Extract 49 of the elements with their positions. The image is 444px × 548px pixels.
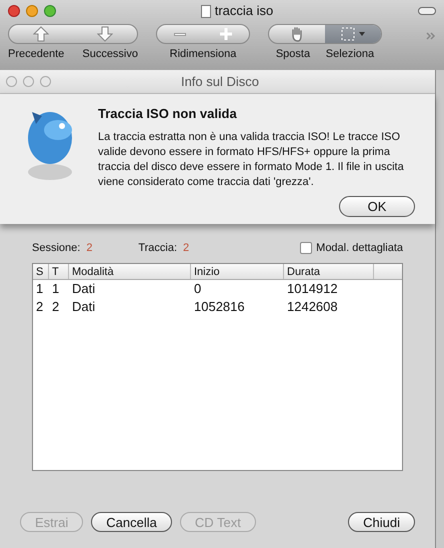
column-header[interactable]: T [49,264,69,278]
table-cell-text: 1052816 [193,298,246,316]
dropdown-caret-icon [359,32,365,36]
table-cell-text: 2 [35,298,44,316]
session-label: Sessione: [32,241,80,256]
window-control-button[interactable] [40,76,51,87]
window-title: traccia iso [214,2,274,20]
minimize-button[interactable] [26,5,38,17]
ok-button[interactable]: OK [339,196,415,216]
table-cell-text: Dati [71,298,96,316]
dialog-button[interactable]: Cancella [91,512,172,532]
detail-mode-checkbox[interactable]: Modal. dettagliata [300,240,403,256]
column-header[interactable]: Inizio [191,264,284,278]
table-cell-text: Dati [71,280,96,298]
session-value: 2 [86,241,94,256]
table-cell-text: 1242608 [286,298,339,316]
table-row[interactable]: 2 2 Dati 1052816 1242608 [33,298,402,316]
toolbar-label: Sposta [276,47,310,62]
table-cell-text: 2 [51,298,60,316]
toolbar-label: Ridimensiona [170,47,236,62]
close-button[interactable] [8,5,20,17]
selection-icon [341,27,355,41]
table-cell-text: 1 [35,280,44,298]
dialog-button[interactable]: Chiudi [348,512,415,532]
plus-icon [219,27,233,41]
toolbar-label: Successivo [82,47,138,62]
track-value: 2 [183,241,190,256]
zoom-button[interactable] [44,5,56,17]
table-row[interactable]: 1 1 Dati 0 1014912 [33,280,402,298]
table-cell-text: 0 [193,280,202,298]
column-header[interactable]: Modalità [69,264,191,278]
track-label: Traccia: [138,241,178,256]
toolbar-segment[interactable] [325,25,381,43]
window-control-button[interactable] [6,76,17,87]
alert-title: Traccia ISO non valida [98,105,238,123]
checkbox-box[interactable] [300,242,312,254]
column-header[interactable]: Durata [284,264,374,278]
toolbar-toggle-button[interactable] [418,7,436,15]
table-cell-text: 1014912 [286,280,339,298]
dialog-title: Info sul Disco [180,72,260,91]
document-icon [200,4,211,18]
minus-icon [174,32,186,36]
window-control-button[interactable] [23,76,34,87]
overflow-chevron-icon[interactable] [426,32,436,40]
toolbar-label: Precedente [8,47,64,62]
table-cell-text: 1 [51,280,60,298]
column-header[interactable]: S [33,264,49,278]
alert-message: La traccia estratta non è una valida traccia ISO! Le tracce ISO valide devono essere in formato HFS/HFS+ oppure la prima traccia del disco deve essere in formato Mode 1. Il file in uscita viene considerato come traccia dati 'grezza'. [98,130,405,190]
toolbar-label: Seleziona [326,47,374,62]
